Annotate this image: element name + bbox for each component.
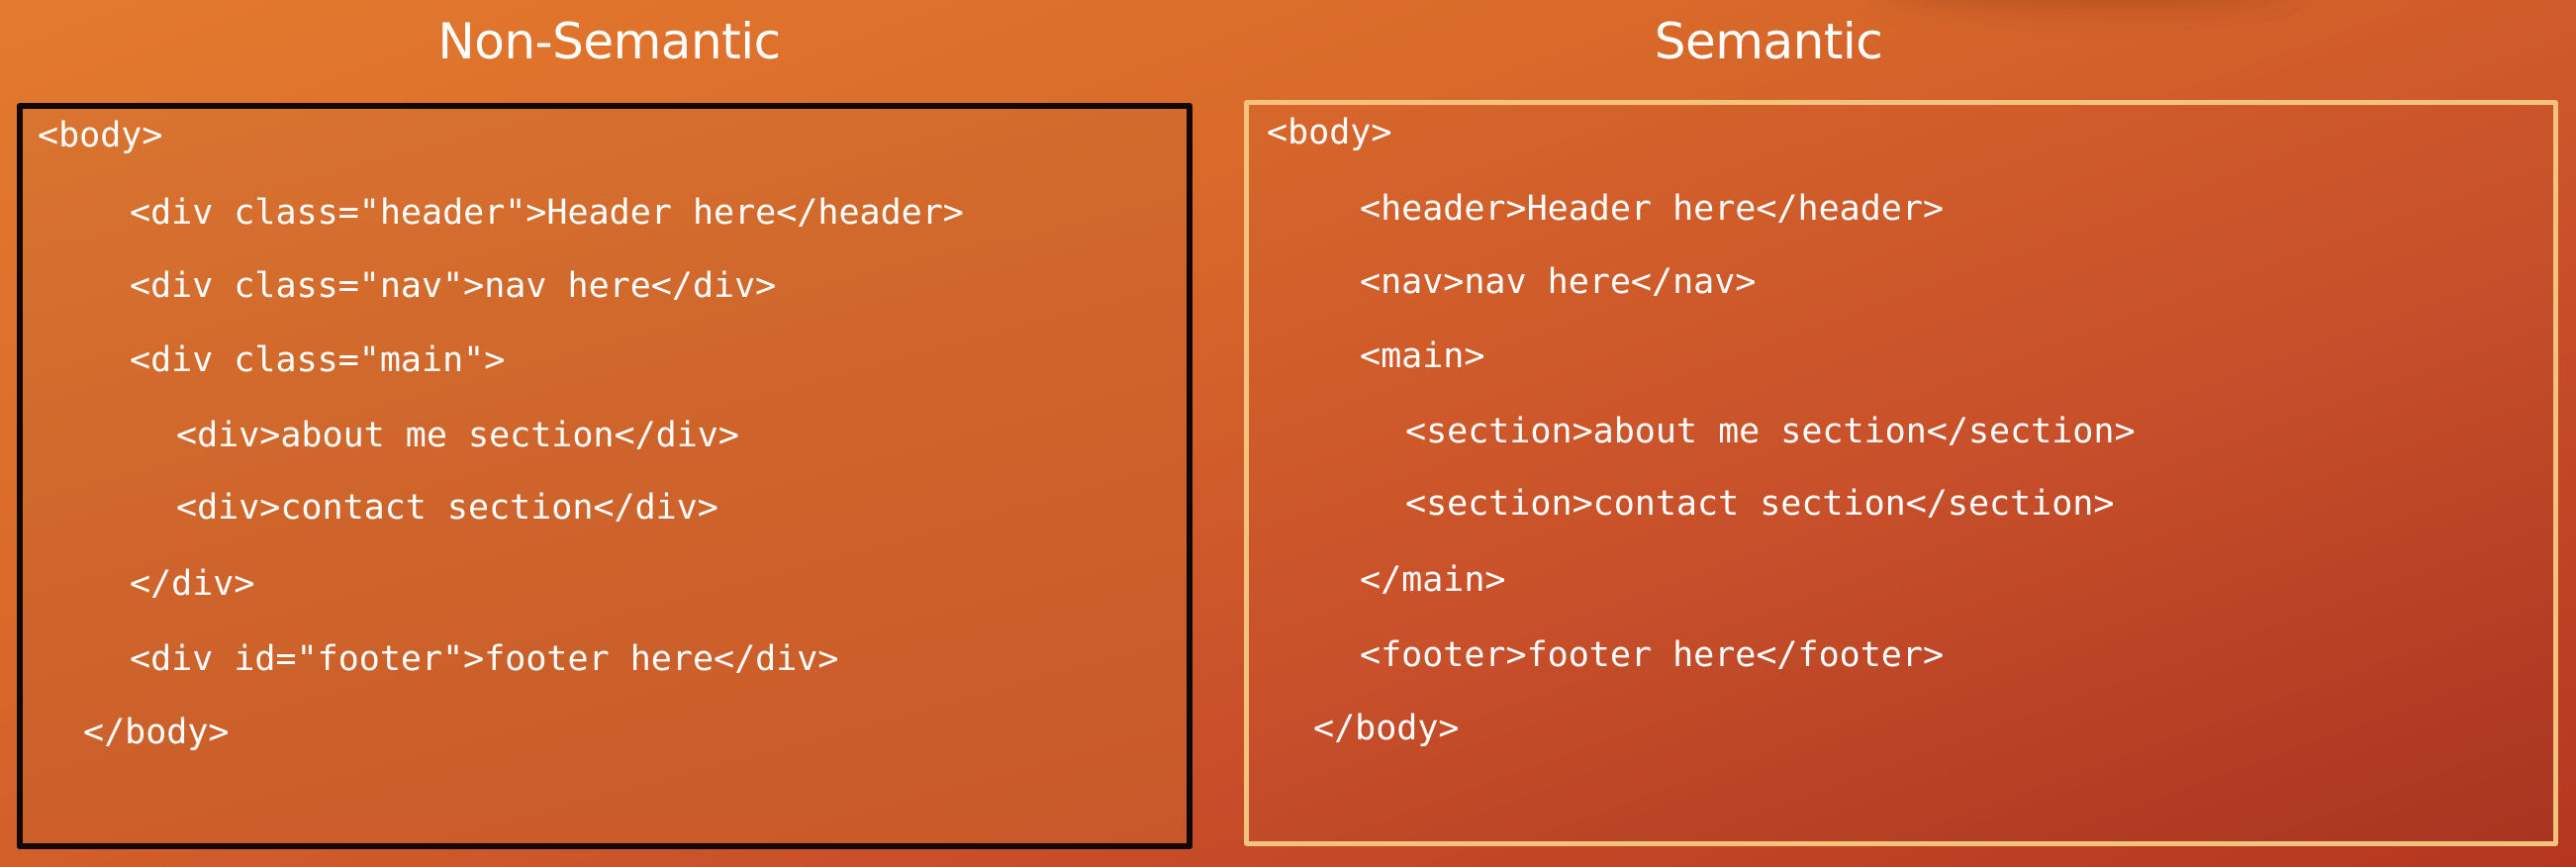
code-line-main-div-open: <div class="main"> (130, 340, 506, 380)
code-line-header-div: <div class="header">Header here</header> (130, 193, 964, 233)
semantic-heading: Semantic (1654, 13, 1883, 70)
code-line-nav-div: <div class="nav">nav here</div> (130, 266, 777, 306)
code-line-nav: <nav>nav here</nav> (1360, 262, 1757, 302)
code-line-body-open: <body> (38, 116, 163, 155)
code-line-contact-section: <section>contact section</section> (1405, 484, 2115, 524)
code-line-main-close: </main> (1360, 560, 1506, 600)
code-line-footer: <footer>footer here</footer> (1360, 635, 1945, 675)
code-line-footer-div: <div id="footer">footer here</div> (130, 639, 839, 679)
code-line-body-close: </body> (83, 713, 230, 752)
code-line-main-div-close: </div> (130, 564, 255, 604)
code-line-header: <header>Header here</header> (1360, 189, 1945, 229)
code-line-body-close: </body> (1313, 709, 1460, 748)
non-semantic-heading: Non-Semantic (437, 13, 781, 70)
code-line-about-section: <section>about me section</section> (1405, 412, 2136, 451)
code-line-about-div: <div>about me section</div> (176, 416, 739, 455)
code-line-main-open: <main> (1360, 337, 1485, 376)
code-line-contact-div: <div>contact section</div> (176, 488, 718, 528)
code-line-body-open: <body> (1267, 113, 1392, 152)
